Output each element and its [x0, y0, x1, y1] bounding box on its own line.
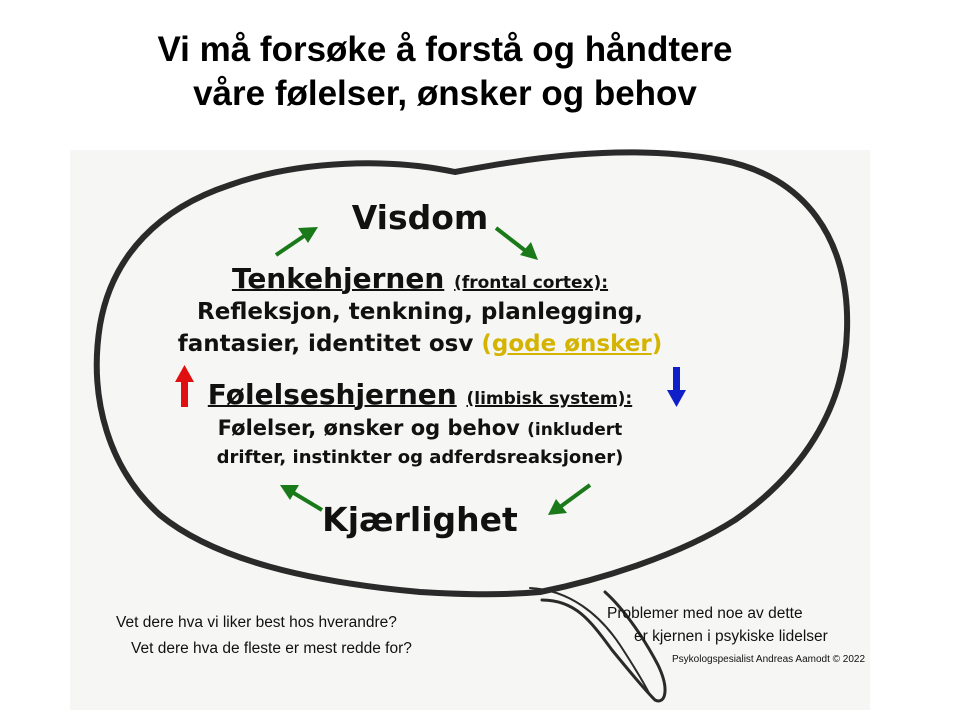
emotional-brain-line-1: Følelser, ønsker og behov (inkludert — [150, 416, 690, 440]
emotional-brain-title: Følelseshjernen — [207, 378, 457, 411]
thinking-brain-note: (frontal cortex): — [454, 273, 609, 293]
label-visdom: Visdom — [351, 198, 489, 237]
highlight-open-paren: ( — [481, 331, 492, 357]
thinking-brain-line-1: Refleksjon, tenkning, planlegging, — [197, 299, 643, 325]
emotional-brain-line-1-text: Følelser, ønsker og behov — [217, 416, 520, 440]
thinking-brain-line-2-text: fantasier, identitet osv — [177, 331, 474, 357]
emotional-brain-heading: Følelseshjernen (limbisk system): — [150, 378, 690, 411]
label-kjaerlighet: Kjærlighet — [322, 500, 518, 539]
highlight-good-wishes: gode ønsker — [491, 331, 652, 357]
question-2: Vet dere hva de fleste er mest redde for… — [131, 640, 412, 657]
emotional-brain-line-2: drifter, instinkter og adferdsreaksjoner… — [216, 447, 624, 468]
thinking-brain-line-2: fantasier, identitet osv (gode ønsker) — [150, 331, 690, 357]
author-credit: Psykologspesialist Andreas Aamodt © 2022 — [672, 654, 866, 665]
thinking-brain-title: Tenkehjernen — [231, 262, 445, 295]
emotional-brain-note: (limbisk system): — [466, 389, 633, 409]
brain-diagram — [70, 149, 870, 710]
emotional-brain-line-1-note: (inkludert — [527, 420, 623, 440]
problem-line-1: Problemer med noe av dette — [607, 605, 803, 622]
question-1: Vet dere hva vi liker best hos hverandre… — [116, 614, 397, 631]
thinking-brain-heading: Tenkehjernen (frontal cortex): — [150, 262, 690, 295]
highlight-close-paren: ) — [651, 331, 663, 357]
problem-line-2: er kjernen i psykiske lidelser — [634, 628, 828, 645]
